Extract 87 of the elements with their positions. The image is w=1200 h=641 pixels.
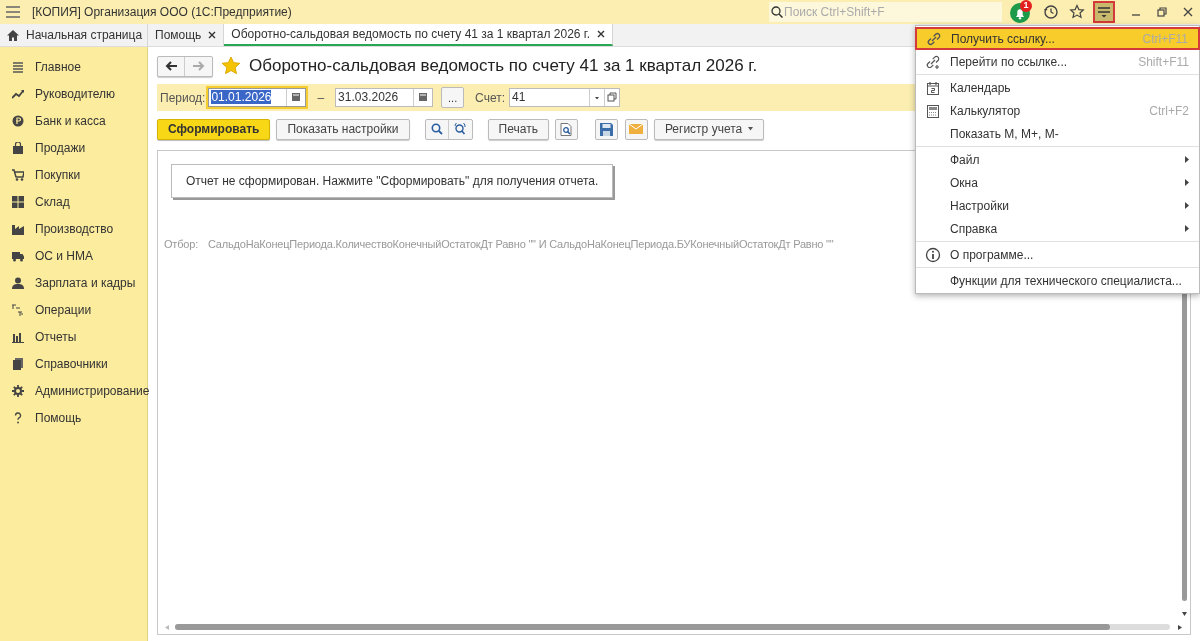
search-icon [430,123,443,135]
history-icon[interactable] [1043,4,1059,20]
forward-arrow-icon [192,61,205,71]
menu-item[interactable]: Файл [916,148,1199,171]
menu-item[interactable]: Калькулятор Ctrl+F2 [916,99,1199,122]
tab[interactable]: Оборотно-сальдовая ведомость по счету 41 за 1 квартал 2026 г. [224,24,614,46]
menu-item[interactable]: Показать M, M+, M- [916,122,1199,145]
link-plus-icon [925,53,941,70]
link-icon [926,30,942,47]
truck-icon [12,249,24,262]
menu-item[interactable]: Окна [916,171,1199,194]
date-field[interactable]: 01.01.2026 [208,88,307,107]
sidebar-item[interactable]: Операции [35,300,92,319]
show-settings-button[interactable]: Показать настройки [276,118,410,140]
sidebar-item[interactable]: Покупки [35,165,81,184]
debit-credit-icon [12,303,24,316]
close-icon[interactable] [208,31,217,39]
report-not-generated-message: Отчет не сформирован. Нажмите "Сформировать" для получения отчета. [171,164,614,198]
coin-icon [12,114,24,127]
sidebar-item[interactable]: Отчеты [35,327,77,346]
report-title: Оборотно-сальдовая ведомость по счету 41 за 1 квартал 2026 г. [249,55,758,78]
menu-item[interactable]: Справка [916,217,1199,240]
notification-badge: 1 [1020,0,1032,12]
date-field[interactable]: 31.03.2026 [335,88,434,107]
save-button[interactable] [594,118,618,140]
window-title: [КОПИЯ] Организация ООО (1С:Предприятие) [32,4,292,21]
generate-button[interactable]: Сформировать [157,118,271,140]
sidebar-item[interactable]: Руководителю [35,84,116,103]
sidebar-item[interactable]: Производство [35,219,114,238]
calculator-icon [925,102,941,119]
gear-icon [12,384,24,397]
scroll-right-icon[interactable] [1178,625,1182,630]
account-label: Счет: [475,89,505,107]
sidebar-item[interactable]: Банк и касса [35,111,106,130]
calendar-icon [925,79,941,96]
search-field[interactable]: Поиск Ctrl+Shift+F [769,2,1002,22]
menu-item[interactable]: Получить ссылку... Ctrl+F11 [915,27,1200,50]
menu-item[interactable]: Настройки [916,194,1199,217]
sidebar-item[interactable]: Зарплата и кадры [35,273,136,292]
back-arrow-icon [165,61,177,71]
sidebar-item[interactable]: ОС и НМА [35,246,94,265]
sidebar-item[interactable]: Склад [35,192,70,211]
main-menu-button[interactable] [1093,1,1115,23]
filter-label: Отбор: [164,237,198,252]
grid-icon [12,195,24,208]
print-button[interactable]: Печать [487,118,549,140]
sidebar-item[interactable]: Помощь [35,408,82,427]
filter-text: СальдоНаКонецПериода.КоличествоКонечныйОстатокДт Равно "" И СальдоНаКонецПериода.БУКонечныйОстатокДт Равно "" [208,237,834,252]
question-icon [12,411,24,424]
account-field[interactable]: 41 [509,88,620,107]
close-icon[interactable] [597,30,606,38]
home-icon [7,29,19,41]
period-label: Период: [160,89,206,107]
bag-icon [12,141,24,154]
sidebar-item[interactable]: Администрирование [35,381,150,400]
trend-icon [12,87,24,100]
menu-item[interactable]: О программе... [916,243,1199,266]
info-icon [925,246,941,263]
restore-icon[interactable] [1157,7,1167,17]
cart-icon [12,168,24,181]
scroll-down-icon[interactable] [1182,612,1187,616]
close-icon[interactable] [1183,7,1193,17]
search-icon [771,6,783,18]
dash: – [317,89,325,107]
sidebar-item[interactable]: Главное [35,57,81,76]
preview-button[interactable] [554,118,578,140]
register-button[interactable]: Регистр учета [653,118,765,140]
menu-item[interactable]: Перейти по ссылке... Shift+F11 [916,50,1199,73]
list-icon [12,60,24,73]
envelope-icon [629,124,644,134]
sidebar-item[interactable]: Продажи [35,138,86,157]
favorite-star-icon[interactable] [221,56,241,76]
document-search-icon [560,122,573,136]
menu-item[interactable]: Функции для технического специалиста... [916,269,1199,292]
sidebar-item[interactable]: Справочники [35,354,108,373]
bar-chart-icon [12,330,24,343]
open-icon[interactable] [604,89,619,106]
books-icon [12,357,24,370]
dropdown-icon [748,127,754,131]
person-icon [12,276,24,289]
menu-lines-icon [1097,6,1111,18]
menu-icon[interactable] [6,6,20,18]
factory-icon [12,222,24,235]
search-next-icon [453,123,467,135]
star-icon[interactable] [1069,4,1085,20]
menu-item[interactable]: Календарь [916,76,1199,99]
choose-period-button[interactable]: ... [441,87,465,108]
